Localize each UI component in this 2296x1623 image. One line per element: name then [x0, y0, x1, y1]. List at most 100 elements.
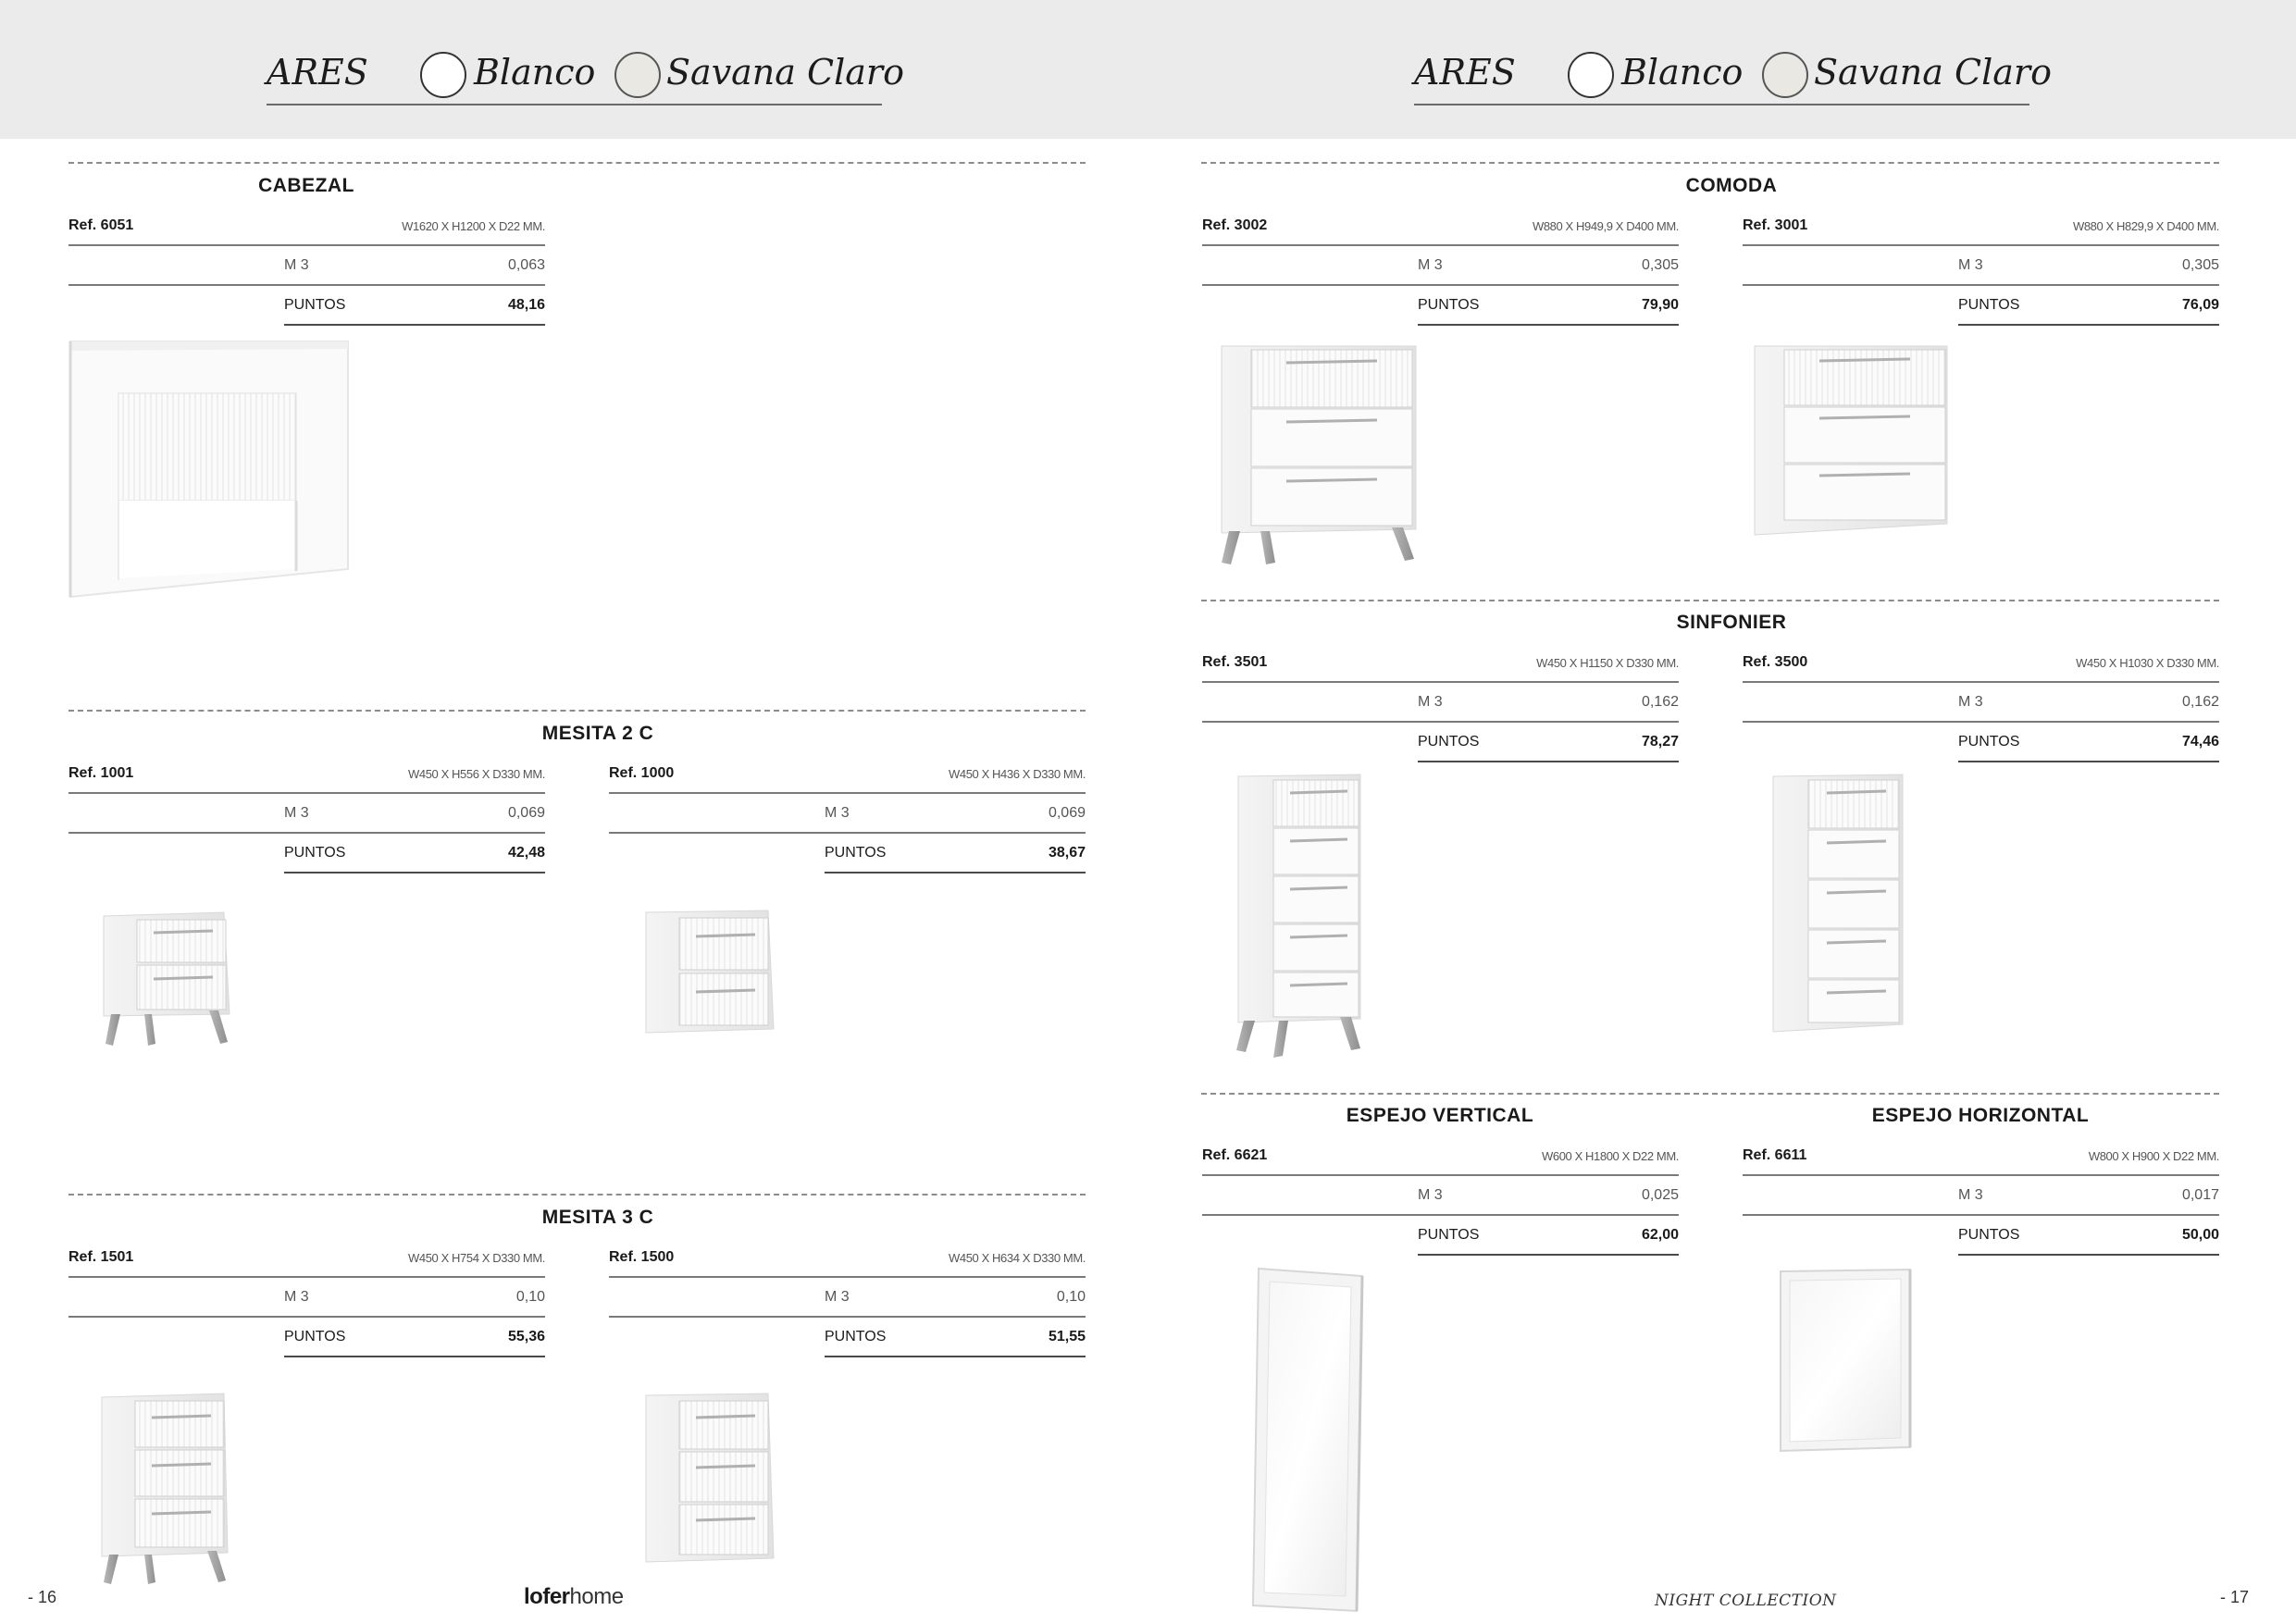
- m3-value: 0,162: [1641, 694, 1679, 710]
- section-divider: [68, 710, 1086, 712]
- m3-label: M 3: [284, 805, 309, 821]
- color2-label: Savana Claro: [1814, 52, 2052, 93]
- product-ref: Ref. 1500: [609, 1249, 675, 1265]
- header-right: ARES Blanco Savana Claro: [1414, 44, 2052, 105]
- puntos-value: 42,48: [507, 845, 545, 861]
- puntos-value: 79,90: [1641, 297, 1679, 313]
- section-divider: [1201, 600, 2219, 601]
- m3-label: M 3: [825, 1289, 850, 1305]
- puntos-label: PUNTOS: [825, 1329, 887, 1344]
- product-dimensions: W450 X H754 X D330 MM.: [408, 1251, 545, 1265]
- product-spec: Ref. 6051 W1620 X H1200 X D22 MM. M 3 0,…: [68, 217, 545, 346]
- horizontal-mirror-image: [1758, 1268, 1916, 1453]
- collection-name: ARES: [267, 52, 368, 93]
- section-divider: [68, 162, 1086, 164]
- product-spec: Ref. 1001 W450 X H556 X D330 MM. M 3 0,0…: [68, 764, 545, 894]
- product-ref: Ref. 6611: [1743, 1147, 1807, 1163]
- product-ref: Ref. 6051: [68, 217, 134, 233]
- product-spec: Ref. 6611 W800 X H900 X D22 MM. M 3 0,01…: [1743, 1146, 2219, 1276]
- header-left: ARES Blanco Savana Claro: [267, 44, 904, 105]
- m3-value: 0,017: [2181, 1187, 2219, 1203]
- section-divider: [1201, 162, 2219, 164]
- puntos-value: 74,46: [2181, 734, 2219, 750]
- nightstand-3-drawer-legs-image: [93, 1390, 241, 1584]
- puntos-label: PUNTOS: [284, 1329, 346, 1344]
- puntos-value: 55,36: [507, 1329, 545, 1344]
- page-number-left: - 16: [28, 1588, 57, 1606]
- puntos-label: PUNTOS: [1958, 297, 2020, 313]
- m3-value: 0,305: [1641, 257, 1679, 273]
- section-title-cabezal: CABEZAL: [258, 175, 354, 196]
- m3-value: 0,305: [2181, 257, 2219, 273]
- section-title-mesita-3c: MESITA 3 C: [541, 1207, 654, 1228]
- product-dimensions: W600 X H1800 X D22 MM.: [1542, 1149, 1679, 1163]
- m3-value: 0,069: [1048, 805, 1086, 821]
- section-title-sinfonier: SINFONIER: [1676, 612, 1787, 633]
- savana-claro-swatch: [614, 52, 661, 98]
- m3-label: M 3: [1418, 694, 1443, 710]
- section-divider: [68, 1194, 1086, 1196]
- savana-claro-swatch: [1762, 52, 1808, 98]
- puntos-value: 50,00: [2181, 1227, 2219, 1243]
- product-spec: Ref. 1501 W450 X H754 X D330 MM. M 3 0,1…: [68, 1248, 545, 1378]
- puntos-label: PUNTOS: [825, 845, 887, 861]
- tall-chest-image: [1740, 773, 1906, 1036]
- product-spec: Ref. 3001 W880 X H829,9 X D400 MM. M 3 0…: [1743, 217, 2219, 346]
- product-spec: Ref. 3500 W450 X H1030 X D330 MM. M 3 0,…: [1743, 653, 2219, 783]
- puntos-value: 51,55: [1048, 1329, 1086, 1344]
- puntos-value: 48,16: [507, 297, 545, 313]
- m3-label: M 3: [1958, 257, 1983, 273]
- m3-value: 0,025: [1641, 1187, 1679, 1203]
- product-ref: Ref. 1501: [68, 1249, 134, 1265]
- product-dimensions: W880 X H949,9 X D400 MM.: [1532, 219, 1679, 233]
- product-spec: Ref. 1000 W450 X H436 X D330 MM. M 3 0,0…: [609, 764, 1086, 894]
- puntos-value: 76,09: [2181, 297, 2219, 313]
- product-ref: Ref. 3002: [1202, 217, 1268, 233]
- puntos-value: 62,00: [1641, 1227, 1679, 1243]
- product-dimensions: W450 X H1030 X D330 MM.: [2076, 656, 2219, 670]
- product-spec: Ref. 3002 W880 X H949,9 X D400 MM. M 3 0…: [1202, 217, 1679, 346]
- puntos-value: 38,67: [1048, 845, 1086, 861]
- brand-logo-bold: lofer: [524, 1584, 570, 1609]
- collection-name: ARES: [1414, 52, 1516, 93]
- chest-of-drawers-image: [1731, 342, 1953, 541]
- brand-logo: loferhome: [524, 1584, 624, 1610]
- headboard-image: [37, 338, 352, 599]
- section-title-comoda: COMODA: [1685, 175, 1778, 196]
- puntos-label: PUNTOS: [284, 845, 346, 861]
- blanco-swatch: [420, 52, 466, 98]
- m3-label: M 3: [284, 257, 309, 273]
- puntos-label: PUNTOS: [1958, 1227, 2020, 1243]
- vertical-mirror-image: [1249, 1263, 1370, 1615]
- color1-label: Blanco: [1621, 52, 1744, 93]
- product-dimensions: W1620 X H1200 X D22 MM.: [402, 219, 545, 233]
- puntos-label: PUNTOS: [284, 297, 346, 313]
- m3-value: 0,063: [507, 257, 545, 273]
- product-dimensions: W880 X H829,9 X D400 MM.: [2072, 219, 2219, 233]
- product-ref: Ref. 1001: [68, 765, 134, 781]
- chest-of-drawers-legs-image: [1194, 342, 1425, 569]
- product-ref: Ref. 6621: [1202, 1147, 1268, 1163]
- m3-label: M 3: [825, 805, 850, 821]
- m3-label: M 3: [284, 1289, 309, 1305]
- puntos-label: PUNTOS: [1418, 297, 1480, 313]
- nightstand-2-drawer-image: [639, 907, 787, 1036]
- product-ref: Ref. 1000: [609, 765, 675, 781]
- m3-label: M 3: [1418, 1187, 1443, 1203]
- m3-value: 0,162: [2181, 694, 2219, 710]
- product-dimensions: W450 X H436 X D330 MM.: [949, 767, 1086, 781]
- m3-label: M 3: [1958, 1187, 1983, 1203]
- brand-logo-light: home: [569, 1584, 625, 1609]
- puntos-value: 78,27: [1641, 734, 1679, 750]
- nightstand-2-drawer-legs-image: [93, 907, 241, 1055]
- product-dimensions: W450 X H634 X D330 MM.: [949, 1251, 1086, 1265]
- section-title-espejo-vertical: ESPEJO VERTICAL: [1346, 1105, 1534, 1126]
- section-title-espejo-horizontal: ESPEJO HORIZONTAL: [1871, 1105, 2090, 1126]
- product-spec: Ref. 3501 W450 X H1150 X D330 MM. M 3 0,…: [1202, 653, 1679, 783]
- m3-label: M 3: [1958, 694, 1983, 710]
- tall-chest-legs-image: [1201, 773, 1377, 1059]
- nightstand-3-drawer-image: [639, 1390, 787, 1566]
- product-ref: Ref. 3501: [1202, 654, 1268, 670]
- product-spec: Ref. 6621 W600 X H1800 X D22 MM. M 3 0,0…: [1202, 1146, 1679, 1276]
- blanco-swatch: [1568, 52, 1614, 98]
